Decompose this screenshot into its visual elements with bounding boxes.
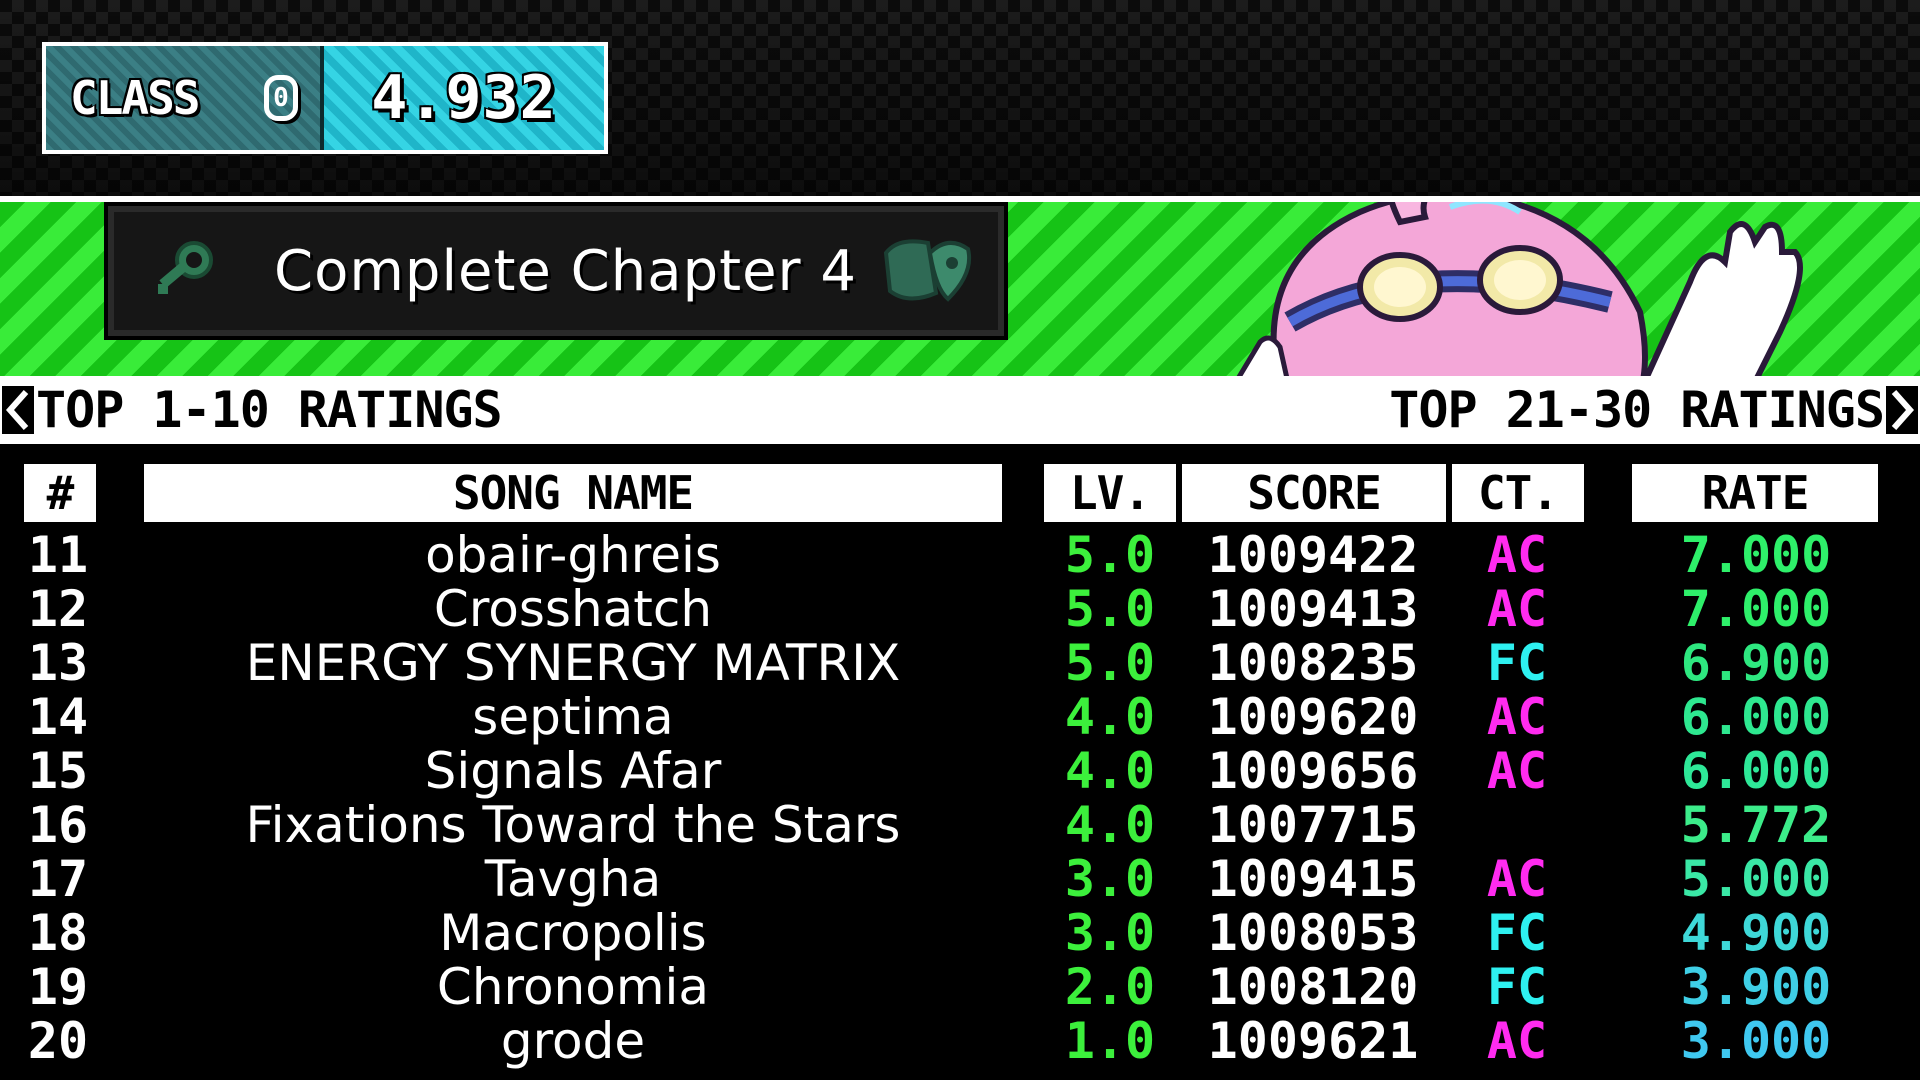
song-rate: 7.000 (1680, 580, 1832, 638)
song-rate: 3.900 (1680, 958, 1832, 1016)
row-number: 14 (27, 688, 89, 746)
chevron-right-icon[interactable] (1884, 382, 1920, 438)
clear-type-badge: AC (1486, 688, 1548, 746)
header-song-name: SONG NAME (144, 464, 1002, 522)
table-row: 12 Crosshatch 5.0 1009413 AC 7.000 (0, 582, 1920, 636)
class-icon-glyph: 0 (273, 83, 289, 113)
clear-type-badge: AC (1486, 1012, 1548, 1070)
clear-type-badge: AC (1486, 742, 1548, 800)
song-score: 1009620 (1207, 688, 1419, 746)
song-score: 1007715 (1207, 796, 1419, 854)
song-level: 3.0 (1064, 904, 1156, 962)
song-score: 1009656 (1207, 742, 1419, 800)
song-level: 3.0 (1064, 850, 1156, 908)
song-level: 4.0 (1064, 796, 1156, 854)
song-name: Crosshatch (433, 580, 713, 638)
song-level: 5.0 (1064, 580, 1156, 638)
clear-type-badge: AC (1486, 580, 1548, 638)
song-rate: 5.772 (1680, 796, 1832, 854)
prev-page-label[interactable]: TOP 1-10 RATINGS (36, 381, 503, 439)
chapter-badge-icon (883, 239, 971, 302)
song-rate: 6.900 (1680, 634, 1832, 692)
song-level: 5.0 (1064, 526, 1156, 584)
song-score: 1008120 (1207, 958, 1419, 1016)
table-row: 16 Fixations Toward the Stars 4.0 1007715 5.… (0, 798, 1920, 852)
song-rate: 4.900 (1680, 904, 1832, 962)
class-value: 4.932 (371, 63, 557, 133)
header-score: SCORE (1182, 464, 1446, 522)
goal-banner: Complete Chapter 4 (0, 196, 1920, 376)
class-label-panel: CLASS 0 (46, 46, 324, 150)
row-number: 19 (27, 958, 89, 1016)
table-row: 15 Signals Afar 4.0 1009656 AC 6.000 (0, 744, 1920, 798)
song-score: 1009422 (1207, 526, 1419, 584)
song-rate: 5.000 (1680, 850, 1832, 908)
row-number: 18 (27, 904, 89, 962)
class-zero-icon: 0 (264, 75, 298, 121)
row-number: 12 (27, 580, 89, 638)
song-score: 1008053 (1207, 904, 1419, 962)
table-row: 11 obair-ghreis 5.0 1009422 AC 7.000 (0, 528, 1920, 582)
goal-box: Complete Chapter 4 (108, 206, 1004, 336)
prev-page-button[interactable]: TOP 1-10 RATINGS (0, 381, 503, 439)
song-name: Tavgha (484, 850, 662, 908)
goal-text: Complete Chapter 4 (274, 238, 858, 304)
song-level: 4.0 (1064, 742, 1156, 800)
clear-type-badge (1452, 798, 1582, 852)
song-name: Signals Afar (424, 742, 722, 800)
song-score: 1009621 (1207, 1012, 1419, 1070)
clear-type-badge: FC (1486, 634, 1548, 692)
song-level: 1.0 (1064, 1012, 1156, 1070)
header-level: LV. (1044, 464, 1176, 522)
table-row: 19 Chronomia 2.0 1008120 FC 3.900 (0, 960, 1920, 1014)
clear-type-badge: FC (1486, 904, 1548, 962)
row-number: 17 (27, 850, 89, 908)
class-label: CLASS (70, 71, 200, 125)
chevron-left-icon[interactable] (0, 382, 36, 438)
song-name: obair-ghreis (425, 526, 721, 584)
song-score: 1008235 (1207, 634, 1419, 692)
clear-type-badge: FC (1486, 958, 1548, 1016)
song-rate: 6.000 (1680, 742, 1832, 800)
table-row: 18 Macropolis 3.0 1008053 FC 4.900 (0, 906, 1920, 960)
row-number: 11 (27, 526, 89, 584)
table-row: 13 ENERGY SYNERGY MATRIX 5.0 1008235 FC 6.900 (0, 636, 1920, 690)
clear-type-badge: AC (1486, 850, 1548, 908)
song-name: grode (500, 1012, 646, 1070)
row-number: 16 (27, 796, 89, 854)
song-score: 1009415 (1207, 850, 1419, 908)
header-rate: RATE (1632, 464, 1878, 522)
table-row: 20 grode 1.0 1009621 AC 3.000 (0, 1014, 1920, 1068)
header-clear-type: CT. (1452, 464, 1584, 522)
next-page-button[interactable]: TOP 21-30 RATINGS (1389, 381, 1920, 439)
song-score: 1009413 (1207, 580, 1419, 638)
song-name: Chronomia (436, 958, 710, 1016)
song-level: 4.0 (1064, 688, 1156, 746)
row-number: 13 (27, 634, 89, 692)
song-level: 2.0 (1064, 958, 1156, 1016)
table-row: 14 septima 4.0 1009620 AC 6.000 (0, 690, 1920, 744)
row-number: 15 (27, 742, 89, 800)
clear-type-badge: AC (1486, 526, 1548, 584)
class-rating-box: CLASS 0 4.932 (42, 42, 608, 154)
row-number: 20 (27, 1012, 89, 1070)
table-row: 17 Tavgha 3.0 1009415 AC 5.000 (0, 852, 1920, 906)
song-level: 5.0 (1064, 634, 1156, 692)
next-page-label[interactable]: TOP 21-30 RATINGS (1389, 381, 1885, 439)
mascot-character (1236, 202, 1803, 376)
key-icon (158, 241, 213, 294)
song-rate: 7.000 (1680, 526, 1832, 584)
song-rate: 3.000 (1680, 1012, 1832, 1070)
song-name: septima (472, 688, 674, 746)
header-num: # (24, 464, 96, 522)
song-rate: 6.000 (1680, 688, 1832, 746)
song-name: Fixations Toward the Stars (245, 796, 901, 854)
song-name: Macropolis (439, 904, 707, 962)
song-name: ENERGY SYNERGY MATRIX (245, 634, 901, 692)
ratings-nav: TOP 1-10 RATINGS TOP 21-30 RATINGS (0, 376, 1920, 444)
class-value-panel: 4.932 (324, 46, 604, 150)
